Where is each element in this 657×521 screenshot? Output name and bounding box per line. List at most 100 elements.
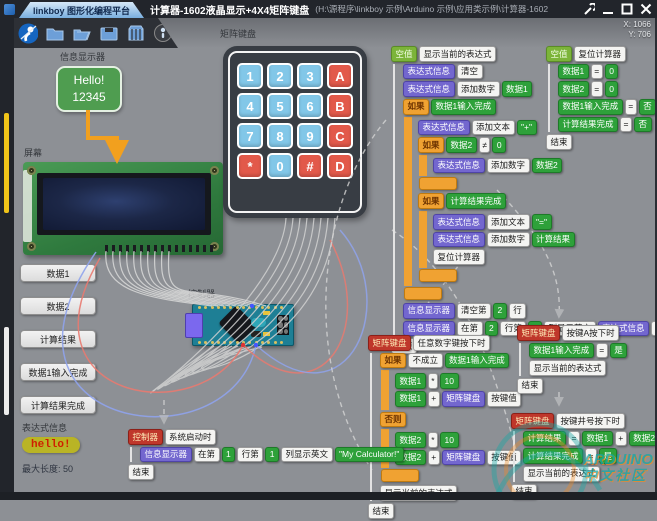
- event-system-start[interactable]: 控制器 系统启动时 信息显示器 在第 1 行第 1 列显示英文 "My Calculator!"…: [128, 427, 404, 482]
- code-chip[interactable]: 结束: [128, 464, 155, 480]
- code-chip[interactable]: 数据2: [446, 137, 477, 153]
- code-chip[interactable]: 结束: [368, 503, 395, 519]
- keypad-key-D[interactable]: D: [327, 153, 353, 179]
- code-chip[interactable]: 0: [604, 81, 619, 97]
- code-row[interactable]: 矩阵键盘 任意数字键按下时: [368, 335, 521, 351]
- code-row[interactable]: 空值 复位计算器: [546, 46, 656, 62]
- code-chip[interactable]: 数据2: [531, 157, 563, 174]
- code-chip[interactable]: 1: [265, 446, 280, 463]
- code-chip[interactable]: =: [624, 98, 637, 115]
- variable-button[interactable]: 数据2: [20, 297, 96, 315]
- code-chip[interactable]: 信息显示器: [403, 302, 455, 319]
- arduino-nano-device[interactable]: [185, 304, 294, 346]
- app-tab[interactable]: linkboy 图形化编程平台: [19, 2, 145, 18]
- keypad-key-2[interactable]: 2: [267, 63, 293, 89]
- keypad-key-#[interactable]: #: [297, 153, 323, 179]
- code-row[interactable]: 计算结果完成 = 是: [523, 448, 657, 464]
- code-chip[interactable]: 否则: [380, 411, 407, 428]
- code-chip[interactable]: 数据2: [628, 430, 657, 447]
- code-chip[interactable]: 计算结果: [531, 231, 575, 248]
- code-row[interactable]: 数据1 + 矩阵键盘 按键值: [395, 390, 522, 407]
- code-chip[interactable]: +: [427, 449, 440, 466]
- variable-button[interactable]: 数据1输入完成: [20, 363, 96, 381]
- code-row[interactable]: 计算结果 = 数据1 + 数据2: [523, 430, 657, 447]
- code-chip[interactable]: ≠: [478, 137, 491, 153]
- code-chip[interactable]: 按键A按下时: [562, 325, 620, 341]
- code-chip[interactable]: 计算结果完成: [446, 193, 507, 209]
- code-chip[interactable]: 2: [493, 302, 507, 319]
- close-icon[interactable]: [639, 3, 652, 16]
- variable-button[interactable]: 数据1: [20, 264, 96, 282]
- code-chip[interactable]: 清空: [456, 63, 483, 80]
- message-display-widget[interactable]: Hello! 12345: [56, 66, 122, 112]
- code-chip[interactable]: 表达式信息: [403, 81, 455, 97]
- code-chip[interactable]: 显示当前的表达式: [523, 465, 601, 482]
- code-chip[interactable]: 矩阵键盘: [511, 413, 555, 429]
- code-chip[interactable]: 矩阵键盘: [441, 449, 485, 466]
- code-chip[interactable]: 计算结果完成: [523, 448, 584, 464]
- code-row[interactable]: 结束: [517, 377, 627, 394]
- code-chip[interactable]: =: [620, 116, 632, 133]
- code-chip[interactable]: "+": [516, 119, 537, 136]
- code-row[interactable]: 表达式信息 添加文本 "=": [433, 214, 657, 230]
- keypad-key-0[interactable]: 0: [267, 153, 293, 179]
- matrix-keypad-device[interactable]: 1 2 3 A 4 5 6 B 7 8 9 C * 0 # D: [223, 46, 367, 218]
- code-row[interactable]: 如果 不成立 数据1输入完成: [380, 352, 521, 369]
- code-chip[interactable]: 行: [508, 302, 527, 319]
- code-row[interactable]: 结束: [128, 464, 404, 480]
- code-chip[interactable]: 按键井号按下时: [556, 413, 625, 429]
- code-row[interactable]: 信息显示器 在第 1 行第 1 列显示英文 "My Calculator!": [140, 446, 404, 463]
- code-chip[interactable]: 数据1输入完成: [431, 98, 496, 115]
- code-chip[interactable]: 表达式信息: [433, 214, 485, 230]
- lcd-1602-device[interactable]: [23, 162, 223, 255]
- code-chip[interactable]: 行第: [237, 446, 264, 463]
- code-row[interactable]: 结束: [368, 503, 521, 519]
- code-chip[interactable]: 表达式信息: [433, 157, 485, 174]
- code-chip[interactable]: 数据2: [558, 81, 589, 97]
- open-folder-icon[interactable]: [72, 23, 92, 43]
- maximize-icon[interactable]: [620, 3, 633, 16]
- if-end-cap[interactable]: [404, 286, 442, 300]
- keypad-key-A[interactable]: A: [327, 63, 353, 89]
- code-chip[interactable]: 数据1输入完成: [444, 352, 510, 369]
- code-chip[interactable]: 显示当前的表达式: [419, 46, 497, 62]
- code-chip[interactable]: "My Calculator!": [334, 446, 404, 463]
- code-chip[interactable]: 矩阵键盘: [441, 390, 485, 407]
- code-chip[interactable]: 如果: [403, 98, 430, 115]
- code-row[interactable]: 显示当前的表达式: [523, 465, 657, 482]
- code-chip[interactable]: 数据1: [581, 430, 613, 447]
- event-key-hash[interactable]: 矩阵键盘 按键井号按下时 计算结果 = 数据1 + 数据2 计算结果完成 = 是显示当前的表达式结…: [511, 411, 657, 501]
- left-rail-yellow-marker[interactable]: [4, 113, 9, 213]
- code-chip[interactable]: =: [585, 448, 597, 464]
- code-chip[interactable]: 计算结果完成: [558, 116, 619, 133]
- code-chip[interactable]: 矩阵键盘: [368, 335, 412, 351]
- keypad-key-3[interactable]: 3: [297, 63, 323, 89]
- code-chip[interactable]: 如果: [380, 352, 407, 369]
- code-chip[interactable]: 数据1输入完成: [558, 98, 623, 115]
- code-row[interactable]: 数据1 = 0: [558, 63, 656, 80]
- variable-button[interactable]: 计算结果完成: [20, 396, 96, 414]
- code-chip[interactable]: +: [427, 390, 440, 407]
- code-chip[interactable]: 计算结果: [523, 430, 567, 447]
- code-chip[interactable]: 不成立: [408, 352, 443, 369]
- keypad-key-8[interactable]: 8: [267, 123, 293, 149]
- keypad-key-B[interactable]: B: [327, 93, 353, 119]
- keypad-key-*[interactable]: *: [237, 153, 263, 179]
- code-chip[interactable]: 列显示英文: [281, 446, 333, 463]
- code-chip[interactable]: 数据1输入完成: [529, 342, 594, 359]
- code-row[interactable]: 数据2 * 10: [395, 432, 521, 448]
- code-chip[interactable]: 矩阵键盘: [517, 325, 561, 341]
- code-row[interactable]: 结束: [546, 134, 656, 150]
- code-chip[interactable]: =: [568, 430, 580, 447]
- code-chip[interactable]: 如果: [418, 193, 445, 209]
- event-key-a[interactable]: 矩阵键盘 按键A按下时 数据1输入完成 = 是显示当前的表达式 结束: [517, 323, 628, 396]
- code-row[interactable]: 矩阵键盘 按键A按下时: [517, 325, 627, 341]
- code-chip[interactable]: 添加数字: [456, 81, 500, 97]
- code-row[interactable]: 如果 计算结果完成: [418, 193, 657, 209]
- code-chip[interactable]: 信息显示器: [140, 446, 192, 463]
- code-row[interactable]: 控制器 系统启动时: [128, 429, 404, 445]
- if-end-cap[interactable]: [419, 268, 457, 282]
- code-chip[interactable]: 添加数字: [486, 157, 530, 174]
- code-chip[interactable]: =: [590, 63, 603, 80]
- minimize-icon[interactable]: [601, 3, 614, 16]
